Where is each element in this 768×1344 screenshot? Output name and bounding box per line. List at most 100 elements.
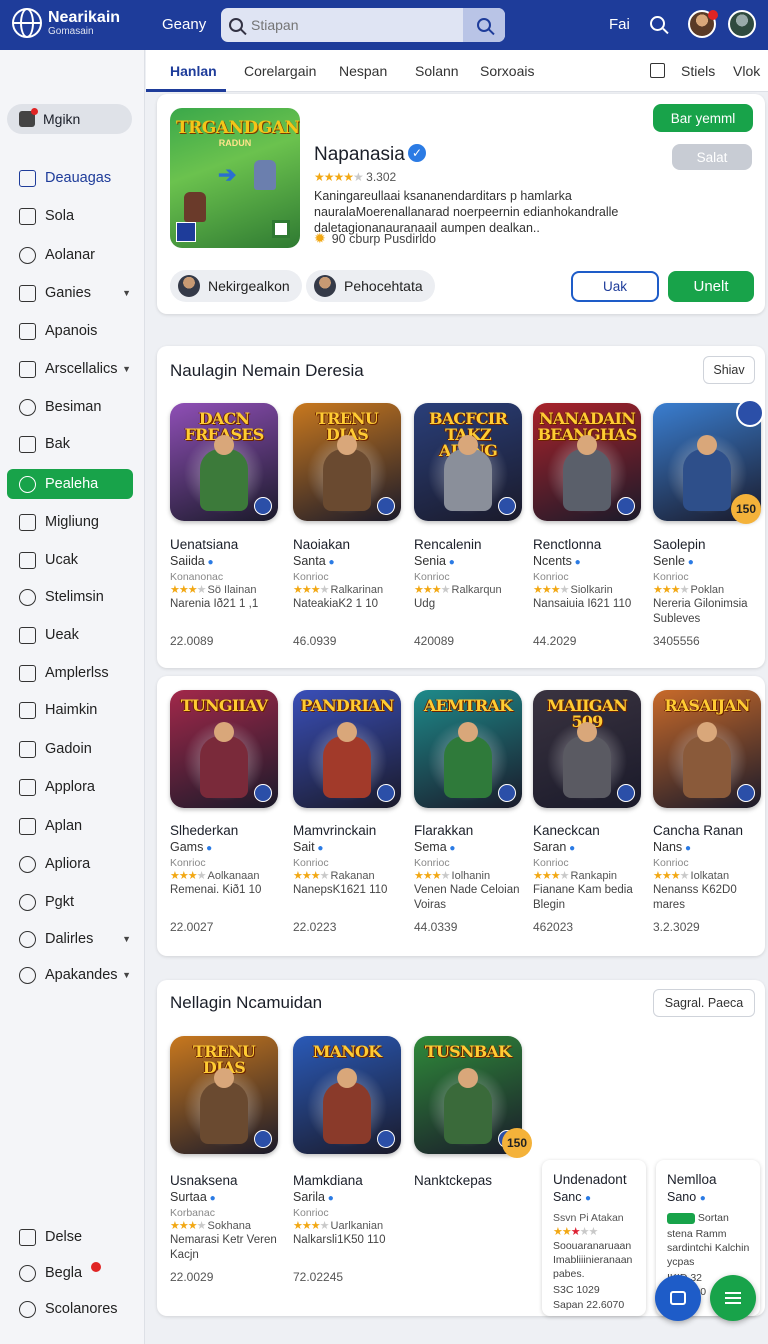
game-name[interactable]: Usnaksena bbox=[170, 1173, 238, 1188]
game-detail: Kacjn bbox=[170, 1249, 199, 1261]
compass-icon[interactable] bbox=[736, 399, 764, 427]
search-icon[interactable] bbox=[650, 16, 665, 31]
sidebar-item-scolanores[interactable]: Scolanores bbox=[7, 1294, 133, 1324]
sidebar-item-ucak[interactable]: Ucak bbox=[7, 545, 133, 575]
search-input[interactable] bbox=[251, 17, 451, 33]
sidebar-item-gadoin[interactable]: Gadoin bbox=[7, 734, 133, 764]
sidebar-item-amplerlss[interactable]: Amplerlss bbox=[7, 658, 133, 688]
sidebar-item-dalirles[interactable]: Dalirles ▼ bbox=[7, 924, 133, 954]
tab-stiels[interactable]: Stiels bbox=[681, 63, 715, 79]
header-link[interactable]: Fai bbox=[609, 16, 630, 33]
game-icon[interactable]: MANOK bbox=[293, 1036, 401, 1154]
tab-solann[interactable]: Solann bbox=[415, 63, 459, 79]
calendar-icon[interactable] bbox=[650, 63, 665, 78]
settings-icon bbox=[19, 588, 36, 606]
sidebar-item-deauagas[interactable]: Deauagas bbox=[7, 163, 133, 193]
menu-fab[interactable] bbox=[710, 1275, 756, 1321]
sidebar-item-apakandes[interactable]: Apakandes ▼ bbox=[7, 960, 133, 990]
game-icon[interactable]: TRENU DIAS bbox=[293, 403, 401, 521]
app-logo[interactable]: Nearikain Gomasain bbox=[12, 8, 120, 38]
sidebar-item-ganies[interactable]: Ganies ▼ bbox=[7, 278, 133, 308]
game-icon[interactable]: MAIIGAN 509 bbox=[533, 690, 641, 808]
sidebar-item-aplan[interactable]: Aplan bbox=[7, 811, 133, 841]
game-icon[interactable]: BACFCIR TAKZ ADING bbox=[414, 403, 522, 521]
verified-icon: ● bbox=[445, 557, 455, 568]
game-name[interactable]: Mamvrinckain bbox=[293, 823, 376, 838]
game-icon[interactable]: TUNGIIAV bbox=[170, 690, 278, 808]
section-action-button[interactable]: Sagral. Paeca bbox=[653, 989, 755, 1017]
sidebar-item-pgkt[interactable]: Pgkt bbox=[7, 887, 133, 917]
game-icon[interactable]: AEMTRAK bbox=[414, 690, 522, 808]
creator-pill[interactable]: Nekirgealkon bbox=[170, 270, 302, 302]
game-rating: ★★★★ Sokhana bbox=[170, 1220, 251, 1232]
game-line: Sapan 22.6070 bbox=[553, 1299, 625, 1311]
featured-secondary-button[interactable]: Salat bbox=[672, 144, 752, 170]
sidebar-top-chip[interactable]: Mgikn bbox=[7, 104, 132, 134]
tab-vlok[interactable]: Vlok bbox=[733, 63, 760, 79]
game-name[interactable]: Kaneckcan bbox=[533, 823, 600, 838]
game-icon[interactable]: RASAIJAN bbox=[653, 690, 761, 808]
sidebar-item-applora[interactable]: Applora bbox=[7, 772, 133, 802]
outline-button[interactable]: Uak bbox=[571, 271, 659, 302]
check-icon bbox=[19, 778, 36, 796]
sidebar-item-label: Haimkin bbox=[45, 702, 98, 718]
sidebar-item-delse[interactable]: Delse bbox=[7, 1222, 133, 1252]
sidebar-item-migliung[interactable]: Migliung bbox=[7, 507, 133, 537]
sidebar-item-begla[interactable]: Begla bbox=[7, 1258, 133, 1288]
sidebar-item-arscellalics[interactable]: Arscellalics ▼ bbox=[7, 354, 133, 384]
star-rating-icon: ★★★★★ bbox=[553, 1226, 598, 1238]
game-name[interactable]: Slhederkan bbox=[170, 823, 238, 838]
game-icon[interactable]: PANDRIAN bbox=[293, 690, 401, 808]
section-title: Naulagin Nemain Deresia bbox=[170, 361, 364, 380]
sidebar-item-sola[interactable]: Sola bbox=[7, 201, 133, 231]
game-icon-title: AEMTRAK bbox=[423, 696, 513, 715]
publisher-icon bbox=[176, 222, 196, 242]
tab-sorxoais[interactable]: Sorxoais bbox=[480, 63, 534, 79]
sidebar-item-stelimsin[interactable]: Stelimsin bbox=[7, 582, 133, 612]
game-name[interactable]: Renctlonna bbox=[533, 537, 601, 552]
screenshot-fab[interactable] bbox=[655, 1275, 701, 1321]
game-category: Konrioc bbox=[170, 857, 206, 869]
app-label[interactable]: Geany bbox=[162, 16, 206, 33]
calendar-icon bbox=[19, 169, 36, 187]
sidebar-item-bak[interactable]: Bak bbox=[7, 429, 133, 459]
sun-icon: ✹ bbox=[314, 230, 326, 246]
star-rating-icon: ★★★★ bbox=[293, 870, 329, 882]
game-name[interactable]: Saolepin bbox=[653, 537, 706, 552]
creator-pill[interactable]: Pehocehtata bbox=[306, 270, 435, 302]
game-name[interactable]: Cancha Ranan bbox=[653, 823, 743, 838]
game-name[interactable]: Naoiakan bbox=[293, 537, 350, 552]
game-stat: 22.0089 bbox=[170, 634, 214, 648]
sidebar-item-besiman[interactable]: Besiman bbox=[7, 392, 133, 422]
character-figure bbox=[323, 722, 371, 798]
search-bar[interactable] bbox=[221, 8, 505, 42]
featured-primary-button[interactable]: Bar yemml bbox=[653, 104, 753, 132]
mini-game-card[interactable]: Undenadont Sanc ● Ssvn Pi Atakan ★★★★★ S… bbox=[542, 1160, 646, 1316]
search-button[interactable] bbox=[463, 8, 505, 42]
sidebar-item-haimkin[interactable]: Haimkin bbox=[7, 695, 133, 725]
game-name[interactable]: Uenatsiana bbox=[170, 537, 238, 552]
featured-description: Kaningareullaai ksananendarditars p haml… bbox=[314, 189, 619, 235]
tab-hanlan[interactable]: Hanlan bbox=[170, 63, 217, 79]
game-name[interactable]: Nanktckepas bbox=[414, 1173, 492, 1188]
tab-corelargain[interactable]: Corelargain bbox=[244, 63, 316, 79]
featured-game-icon[interactable]: TRGANDGAN RADUN ➔ bbox=[170, 108, 300, 248]
game-name[interactable]: Rencalenin bbox=[414, 537, 482, 552]
game-small-text: Ssvn Pi Atakan bbox=[553, 1212, 624, 1224]
sidebar-item-apanois[interactable]: Apanois bbox=[7, 316, 133, 346]
person-icon bbox=[19, 1264, 36, 1282]
game-name[interactable]: Flarakkan bbox=[414, 823, 473, 838]
game-name[interactable]: Mamkdiana bbox=[293, 1173, 363, 1188]
sidebar-item-ueak[interactable]: Ueak bbox=[7, 620, 133, 650]
game-icon[interactable]: NANADAIN BEANGHAS bbox=[533, 403, 641, 521]
game-icon[interactable]: DACN FREASES bbox=[170, 403, 278, 521]
sidebar-item-aolanar[interactable]: Aolanar bbox=[7, 240, 133, 270]
sidebar-item-label: Ucak bbox=[45, 552, 79, 568]
install-button[interactable]: Unelt bbox=[668, 271, 754, 302]
section-action-button[interactable]: Shiav bbox=[703, 356, 755, 384]
avatar[interactable] bbox=[728, 10, 756, 38]
game-icon[interactable]: TRENU DIAS bbox=[170, 1036, 278, 1154]
tab-nespan[interactable]: Nespan bbox=[339, 63, 387, 79]
sidebar-item-apliora[interactable]: Apliora bbox=[7, 849, 133, 879]
sidebar-item-pealeha[interactable]: Pealeha bbox=[7, 469, 133, 499]
